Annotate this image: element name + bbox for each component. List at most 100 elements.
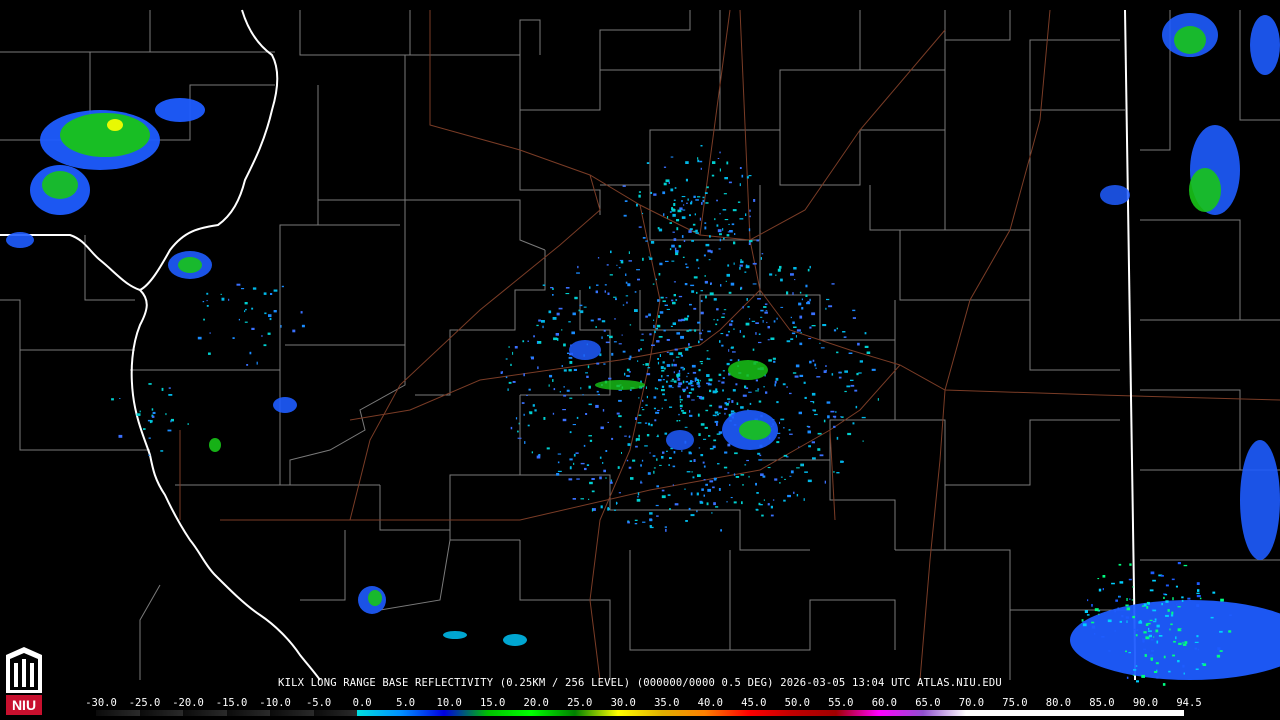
- echo-pixel: [670, 156, 674, 158]
- echo-pixel: [799, 342, 803, 346]
- echo-pixel: [812, 409, 815, 411]
- echo-pixel: [603, 363, 606, 365]
- echo-pixel: [732, 209, 737, 212]
- echo-pixel: [609, 335, 613, 339]
- echo-pixel: [730, 497, 733, 499]
- echo-pixel: [712, 414, 717, 417]
- echo-pixel: [699, 217, 701, 221]
- echo-pixel: [1153, 636, 1155, 638]
- echo-pixel: [589, 286, 591, 289]
- echo-pixel: [168, 387, 171, 389]
- echo-pixel: [800, 411, 802, 414]
- echo-pixel: [803, 381, 806, 384]
- echo-pixel: [760, 316, 763, 318]
- echo-pixel: [678, 245, 682, 248]
- echo-pixel: [787, 494, 791, 498]
- echo-pixel: [619, 425, 622, 428]
- echo-pixel: [692, 476, 695, 479]
- echo-pixel: [642, 521, 646, 523]
- echo-pixel: [580, 310, 584, 314]
- echo-pixel: [209, 332, 211, 334]
- echo-pixel: [1194, 647, 1198, 650]
- echo-pixel: [665, 260, 669, 262]
- echo: [1240, 440, 1280, 560]
- echo-pixel: [521, 402, 525, 404]
- echo-pixel: [1156, 640, 1159, 644]
- echo-pixel: [850, 384, 855, 387]
- echo-pixel: [627, 283, 631, 287]
- echo-pixel: [655, 411, 660, 414]
- echo-pixel: [877, 398, 879, 401]
- echo-pixel: [661, 385, 665, 388]
- echo-pixel: [703, 254, 706, 257]
- echo-pixel: [640, 339, 644, 341]
- echo-pixel: [1091, 604, 1093, 607]
- legend-label: 20.0: [523, 697, 549, 709]
- echo-pixel: [568, 356, 573, 359]
- echo-pixel: [118, 434, 123, 438]
- echo-pixel: [671, 299, 674, 302]
- echo-pixel: [550, 287, 554, 289]
- legend-label: 0.0: [352, 697, 372, 709]
- echo-pixel: [579, 304, 583, 307]
- echo-pixel: [119, 398, 121, 399]
- echo-pixel: [811, 325, 816, 327]
- echo-pixel: [1152, 609, 1157, 612]
- echo-pixel: [700, 299, 703, 303]
- echo-pixel: [627, 520, 630, 522]
- echo-pixel: [527, 424, 530, 427]
- echo-pixel: [799, 315, 803, 319]
- echo-pixel: [701, 488, 704, 491]
- echo-pixel: [657, 299, 660, 302]
- echo-pixel: [645, 240, 648, 242]
- echo-pixel: [724, 177, 728, 180]
- echo-pixel: [653, 396, 657, 399]
- echo-pixel: [670, 380, 674, 382]
- echo-pixel: [518, 422, 520, 425]
- echo-pixel: [665, 528, 667, 532]
- echo-pixel: [704, 426, 708, 429]
- echo-pixel: [718, 431, 722, 434]
- echo-pixel: [536, 340, 539, 344]
- echo-pixel: [1182, 643, 1187, 646]
- echo-pixel: [244, 302, 248, 305]
- echo-pixel: [1114, 610, 1116, 613]
- echo-pixel: [566, 389, 570, 392]
- echo-pixel: [649, 333, 652, 336]
- legend-label: 10.0: [436, 697, 462, 709]
- echo-pixel: [709, 480, 714, 483]
- echo-pixel: [1178, 642, 1182, 645]
- echo-pixel: [646, 373, 651, 376]
- echo-pixel: [696, 258, 699, 262]
- echo-pixel: [724, 402, 727, 405]
- echo-pixel: [678, 352, 683, 355]
- echo-pixel: [664, 526, 667, 528]
- echo-pixel: [556, 312, 560, 316]
- echo-pixel: [680, 408, 682, 410]
- echo-pixel: [793, 267, 797, 270]
- echo-pixel: [799, 291, 802, 294]
- echo-pixel: [559, 391, 561, 393]
- color-scale-segment: [487, 710, 532, 716]
- echo-pixel: [1183, 672, 1185, 675]
- echo-pixel: [756, 492, 759, 494]
- color-scale-segment: [270, 710, 314, 716]
- echo-pixel: [748, 242, 751, 245]
- echo-pixel: [716, 199, 718, 202]
- echo-pixel: [739, 266, 741, 270]
- echo-pixel: [609, 481, 613, 484]
- echo-pixel: [1219, 650, 1223, 652]
- echo-pixel: [656, 340, 660, 343]
- echo-pixel: [717, 158, 720, 159]
- echo-pixel: [1148, 627, 1150, 630]
- echo-pixel: [847, 432, 852, 436]
- echo-pixel: [1150, 659, 1153, 661]
- echo-pixel: [823, 370, 827, 373]
- echo-pixel: [548, 384, 550, 387]
- echo-pixel: [292, 329, 296, 333]
- echo-pixel: [1156, 624, 1160, 628]
- echo-pixel: [749, 318, 751, 320]
- echo-pixel: [1132, 615, 1135, 619]
- echo-pixel: [809, 298, 811, 302]
- echo-pixel: [534, 409, 537, 412]
